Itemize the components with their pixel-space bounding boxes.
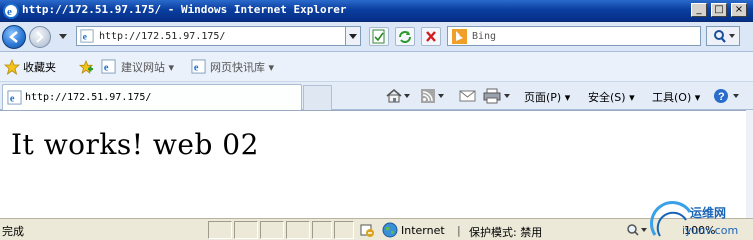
favorites-bar: 收藏夹 e 建议网站 ▾ e 网页快讯库 ▾ [0,52,753,82]
address-input[interactable]: http://172.51.97.175/ [99,31,225,42]
watermark-title: 运维网 [690,206,727,220]
pop-up-blocked-icon[interactable] [359,222,375,238]
compatibility-icon [372,29,385,44]
svg-text:e: e [104,62,109,73]
read-mail-icon[interactable] [458,89,478,103]
navigation-bar: e http://172.51.97.175/ Bing [0,22,753,52]
watermark: 运维网 iyunv.com [650,200,753,240]
security-zone-label[interactable]: Internet [401,224,445,237]
bing-icon [452,29,467,44]
title-bar: e http://172.51.97.175/ - Windows Intern… [0,0,753,22]
suggested-sites-label: 建议网站 [121,61,165,74]
status-text: 完成 [2,225,24,238]
safety-menu-label: 安全(S) [588,91,626,104]
minimize-button[interactable]: _ [691,3,707,17]
ie-logo-icon: e [3,3,19,19]
chevron-down-icon: ▾ [564,91,571,104]
page-ie-icon: e [80,29,94,43]
favorites-button[interactable]: 收藏夹 [23,59,56,75]
refresh-button[interactable] [395,27,415,46]
search-icon [714,30,735,43]
search-button[interactable] [706,26,740,46]
ie-page-icon: e [191,59,206,74]
page-heading: It works! web 02 [11,128,259,161]
protected-mode-status[interactable]: 保护模式: 禁用 [469,224,542,240]
ie-page-icon: e [7,90,22,105]
ie-page-icon: e [101,59,116,74]
tools-menu-button[interactable]: 工具(O) ▾ [652,89,700,105]
tools-menu-label: 工具(O) [652,91,692,104]
stop-icon [426,31,436,42]
address-dropdown-button[interactable] [345,26,361,46]
search-input[interactable]: Bing [472,31,496,42]
back-button[interactable] [2,25,26,49]
status-pane [312,221,332,239]
status-separator: | [457,224,461,237]
svg-text:e: e [10,93,15,104]
chevron-down-icon: ▾ [629,91,635,104]
tab-active[interactable]: e http://172.51.97.175/ [2,84,302,110]
new-tab-button[interactable] [303,85,332,110]
web-slice-gallery-link[interactable]: 网页快讯库 ▾ [210,59,274,75]
print-icon[interactable] [483,88,513,104]
watermark-url: iyunv.com [682,224,739,237]
status-pane [334,221,354,239]
maximize-button[interactable]: □ [711,3,727,17]
page-content: It works! web 02 [0,110,753,218]
rss-feeds-icon[interactable] [420,88,446,104]
close-button[interactable]: × [731,3,747,17]
status-pane [208,221,232,239]
svg-text:e: e [83,32,88,43]
address-bar[interactable]: e http://172.51.97.175/ [76,26,361,46]
status-pane [286,221,310,239]
suggested-sites-link[interactable]: 建议网站 ▾ [121,59,174,75]
home-icon[interactable] [385,88,411,104]
internet-zone-globe-icon [382,222,398,238]
status-pane [234,221,258,239]
zoom-level-icon[interactable] [626,223,650,237]
status-pane [260,221,284,239]
status-bar: 完成 Internet | 保护模式: 禁用 100% [0,218,753,240]
chevron-down-icon: ▾ [168,61,175,74]
safety-menu-button[interactable]: 安全(S) ▾ [588,89,635,105]
back-arrow-icon [9,31,18,43]
chevron-down-icon [349,34,357,39]
search-box[interactable]: Bing [447,26,701,46]
stop-button[interactable] [421,27,441,46]
help-icon[interactable]: ? [713,88,743,104]
page-menu-label: 页面(P) [524,91,562,104]
tab-title: http://172.51.97.175/ [25,92,152,103]
web-slice-gallery-label: 网页快讯库 [210,61,265,74]
window-title: http://172.51.97.175/ - Windows Internet… [22,3,347,16]
forward-arrow-icon [36,31,44,43]
chevron-down-icon: ▾ [268,61,275,74]
favorites-star-icon [4,59,20,75]
recent-pages-dropdown-icon[interactable] [58,33,68,41]
refresh-icon [399,31,411,43]
add-favorites-icon[interactable] [78,59,94,75]
chevron-down-icon: ▾ [694,91,701,104]
svg-text:e: e [7,6,12,18]
svg-text:e: e [194,62,199,73]
tab-bar: e http://172.51.97.175/ 页面(P) ▾ 安全(S) ▾ … [0,82,753,110]
forward-button[interactable] [29,26,51,48]
compatibility-view-button[interactable] [369,27,389,46]
page-menu-button[interactable]: 页面(P) ▾ [524,89,570,105]
svg-text:?: ? [718,91,725,103]
